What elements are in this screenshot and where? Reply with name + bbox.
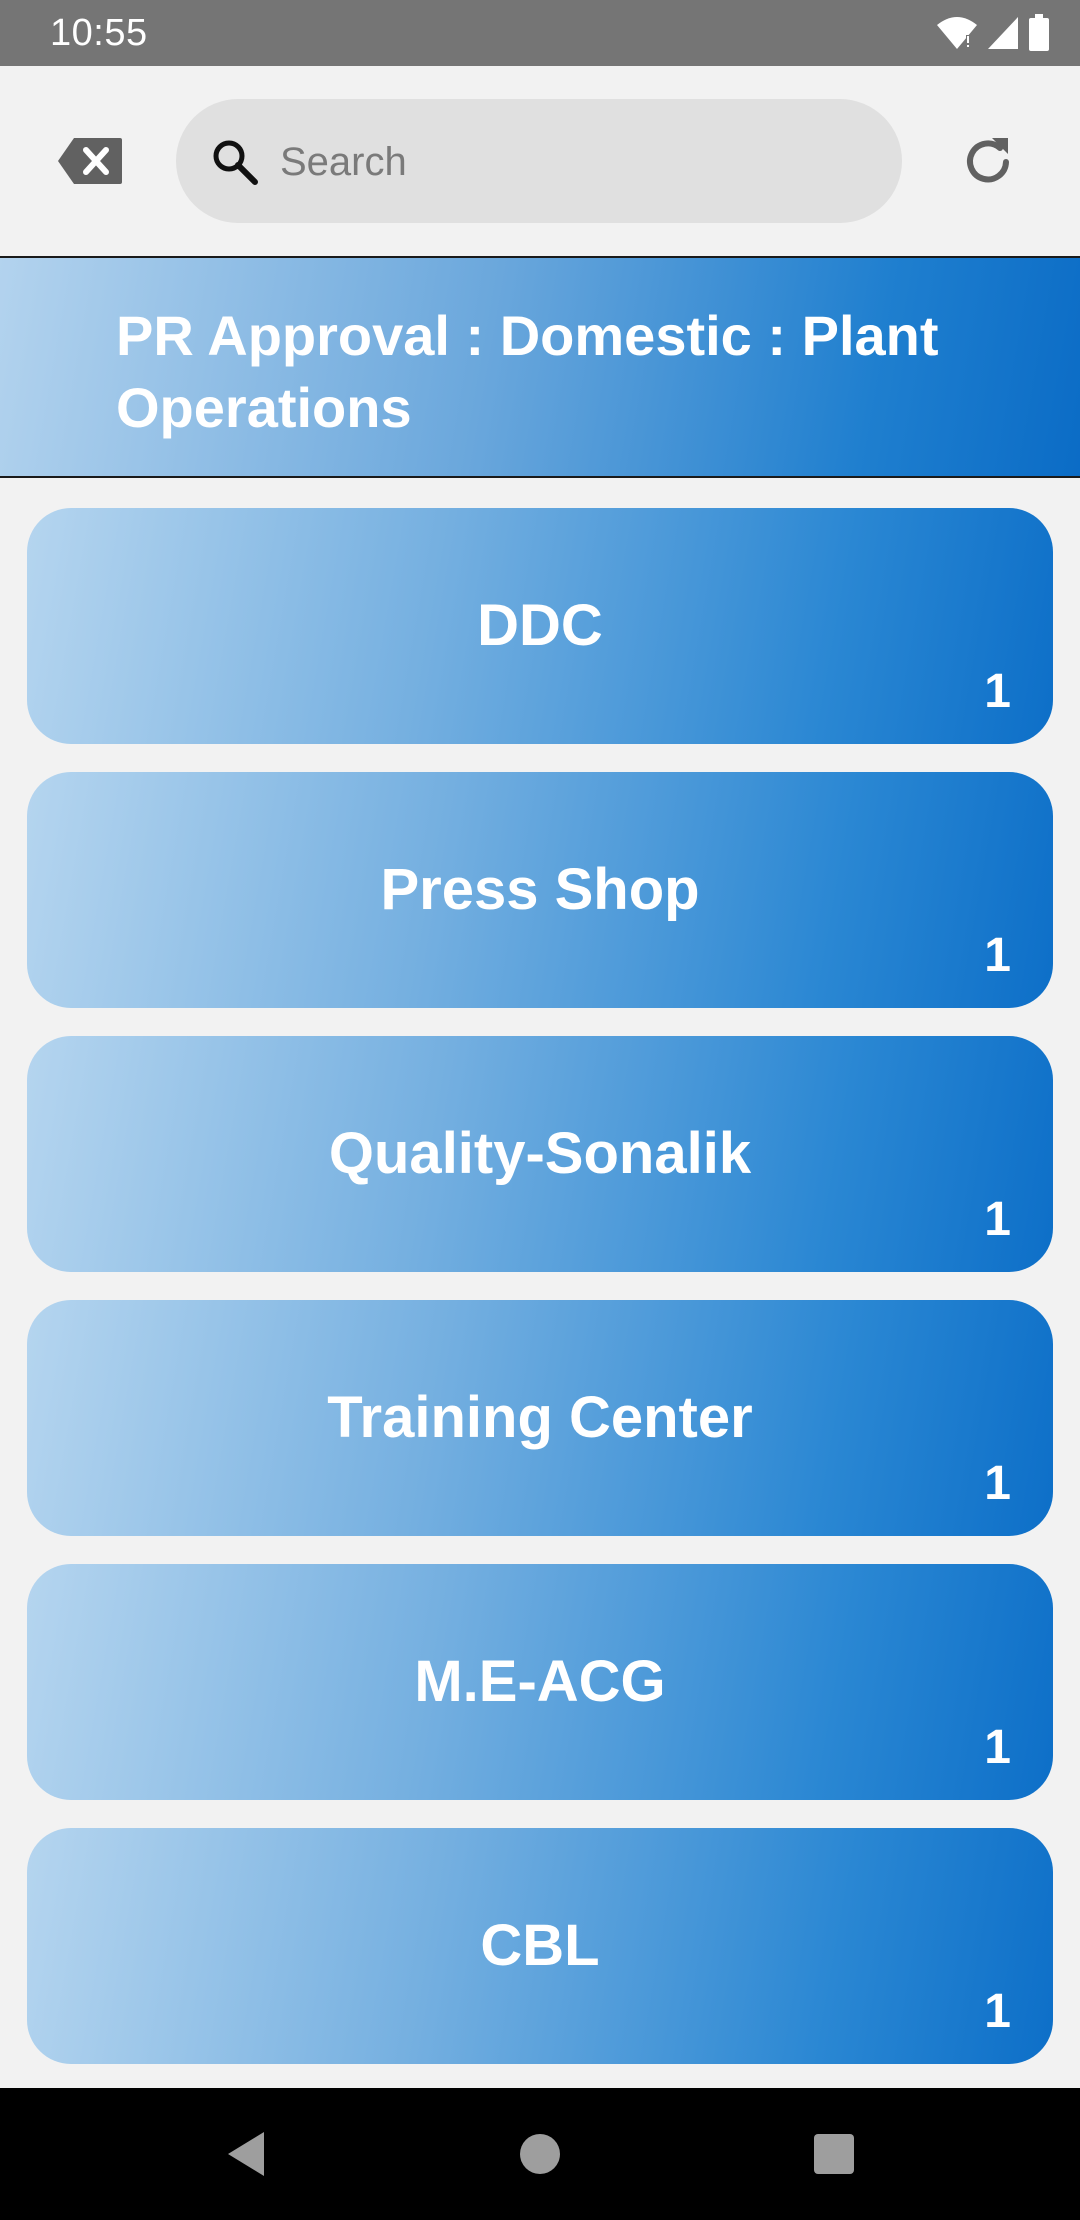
- recents-icon[interactable]: [802, 2122, 866, 2186]
- page-header: PR Approval : Domestic : Plant Operation…: [0, 256, 1080, 478]
- search-toolbar: [0, 66, 1080, 256]
- list-item-count: 1: [984, 1721, 1011, 1774]
- list-item-label: CBL: [480, 1913, 600, 1978]
- list-item-count: 1: [984, 1193, 1011, 1246]
- list-item-count: 1: [984, 1457, 1011, 1510]
- category-list: DDC 1 Press Shop 1 Quality-Sonalik 1 Tra…: [27, 508, 1053, 2092]
- clear-search-button[interactable]: [52, 130, 128, 192]
- wifi-icon: [937, 17, 977, 49]
- backspace-clear-icon: [58, 138, 122, 184]
- list-item-training-center[interactable]: Training Center 1: [27, 1300, 1053, 1536]
- battery-icon: [1029, 14, 1049, 51]
- status-time: 10:55: [50, 12, 148, 54]
- list-item-count: 1: [984, 929, 1011, 982]
- list-item-quality-sonalik[interactable]: Quality-Sonalik 1: [27, 1036, 1053, 1272]
- list-item-cbl[interactable]: CBL 1: [27, 1828, 1053, 2064]
- search-box[interactable]: [176, 99, 902, 223]
- navigation-bar: [0, 2088, 1080, 2220]
- list-item-me-acg[interactable]: M.E-ACG 1: [27, 1564, 1053, 1800]
- list-item-press-shop[interactable]: Press Shop 1: [27, 772, 1053, 1008]
- page-title: PR Approval : Domestic : Plant Operation…: [116, 304, 939, 439]
- status-bar: 10:55: [0, 0, 1080, 66]
- search-input[interactable]: [278, 121, 872, 203]
- signal-icon: [988, 17, 1018, 49]
- list-item-label: Press Shop: [380, 857, 700, 922]
- list-item-label: DDC: [477, 593, 603, 658]
- search-icon: [213, 140, 258, 185]
- list-item-count: 1: [984, 1985, 1011, 2038]
- list-item-count: 1: [984, 665, 1011, 718]
- list-item-label: M.E-ACG: [414, 1649, 666, 1714]
- status-icons: [936, 12, 1050, 54]
- back-icon[interactable]: [218, 2122, 282, 2186]
- home-icon[interactable]: [508, 2122, 572, 2186]
- list-item-label: Training Center: [327, 1385, 753, 1450]
- refresh-icon[interactable]: [958, 132, 1018, 192]
- list-item-ddc[interactable]: DDC 1: [27, 508, 1053, 744]
- list-item-label: Quality-Sonalik: [328, 1121, 752, 1186]
